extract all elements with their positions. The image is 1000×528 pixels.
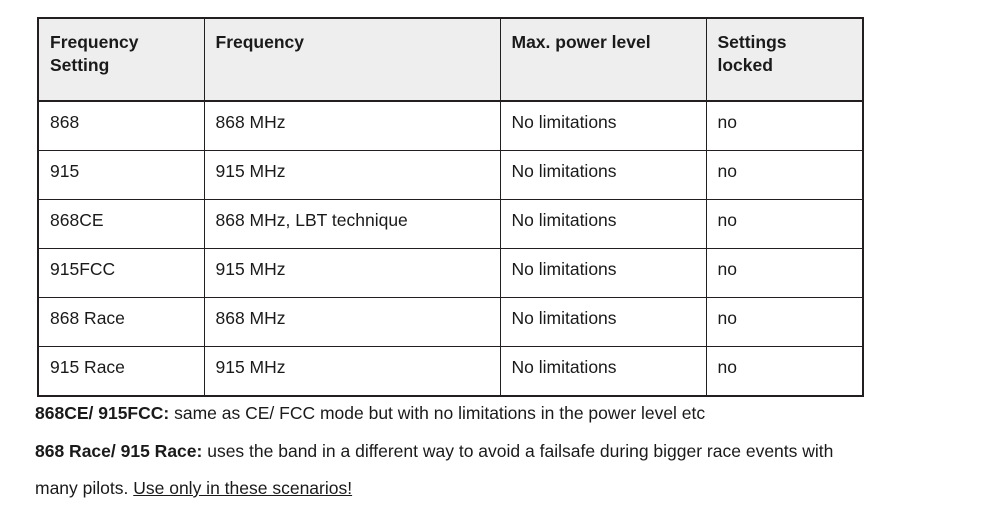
document-page: Frequency Setting Frequency Max. power l…: [0, 0, 1000, 528]
column-header-max-power-level: Max. power level: [499, 17, 707, 102]
cell-max-power: No limitations: [499, 150, 707, 200]
note-lead-race: 868 Race/ 915 Race:: [35, 440, 203, 461]
cell-max-power: No limitations: [499, 199, 707, 249]
column-header-line1: Max. power level: [511, 32, 651, 52]
column-header-line2: locked: [717, 54, 773, 75]
cell-frequency: 868 MHz: [203, 100, 501, 151]
column-header-line1: Settings: [717, 32, 787, 52]
cell-max-power: No limitations: [499, 297, 707, 347]
cell-frequency: 868 MHz, LBT technique: [203, 199, 501, 249]
cell-settings-locked: no: [705, 297, 864, 347]
note-line-ce-fcc: 868CE/ 915FCC: same as CE/ FCC mode but …: [35, 403, 985, 423]
cell-settings-locked: no: [705, 150, 864, 200]
note-emphasis-use-only: Use only in these scenarios!: [133, 478, 353, 498]
cell-settings-locked: no: [705, 100, 864, 151]
notes-section: 868CE/ 915FCC: same as CE/ FCC mode but …: [35, 403, 985, 498]
table-row: 868 Race 868 MHz No limitations no: [37, 297, 864, 347]
table-body: 868 868 MHz No limitations no 915 915 MH…: [37, 100, 864, 397]
column-header-line1: Frequency: [215, 32, 305, 52]
column-header-frequency: Frequency: [203, 17, 501, 102]
note-line-race-continued: many pilots. Use only in these scenarios…: [35, 478, 985, 498]
note-line-race: 868 Race/ 915 Race: uses the band in a d…: [35, 440, 985, 461]
cell-settings-locked: no: [705, 248, 864, 298]
cell-max-power: No limitations: [499, 100, 707, 151]
cell-settings-locked: no: [705, 346, 864, 397]
cell-frequency: 868 MHz: [203, 297, 501, 347]
cell-settings-locked: no: [705, 199, 864, 249]
table-row: 915 Race 915 MHz No limitations no: [37, 346, 864, 397]
note-body-race-continued: many pilots.: [35, 478, 134, 498]
column-header-line1: Frequency: [50, 32, 139, 52]
table-row: 868CE 868 MHz, LBT technique No limitati…: [37, 199, 864, 249]
frequency-settings-table: Frequency Setting Frequency Max. power l…: [37, 17, 864, 397]
note-body-ce-fcc: same as CE/ FCC mode but with no limitat…: [169, 403, 706, 423]
column-header-line2: Setting: [50, 54, 110, 75]
table-header: Frequency Setting Frequency Max. power l…: [37, 17, 864, 102]
table-header-row: Frequency Setting Frequency Max. power l…: [37, 17, 864, 102]
column-header-settings-locked: Settings locked: [705, 17, 864, 102]
cell-max-power: No limitations: [499, 346, 707, 397]
cell-setting: 915 Race: [37, 346, 205, 397]
cell-setting: 915FCC: [37, 248, 205, 298]
frequency-settings-table-container: Frequency Setting Frequency Max. power l…: [37, 17, 864, 397]
cell-frequency: 915 MHz: [203, 248, 501, 298]
table-row: 915 915 MHz No limitations no: [37, 150, 864, 200]
table-row: 915FCC 915 MHz No limitations no: [37, 248, 864, 298]
table-row: 868 868 MHz No limitations no: [37, 100, 864, 151]
cell-frequency: 915 MHz: [203, 150, 501, 200]
cell-setting: 868 Race: [37, 297, 205, 347]
cell-setting: 868CE: [37, 199, 205, 249]
cell-frequency: 915 MHz: [203, 346, 501, 397]
cell-setting: 868: [37, 100, 205, 151]
note-body-race: uses the band in a different way to avoi…: [202, 440, 834, 461]
cell-setting: 915: [37, 150, 205, 200]
note-lead-ce-fcc: 868CE/ 915FCC:: [35, 403, 170, 423]
column-header-frequency-setting: Frequency Setting: [37, 17, 205, 102]
cell-max-power: No limitations: [499, 248, 707, 298]
